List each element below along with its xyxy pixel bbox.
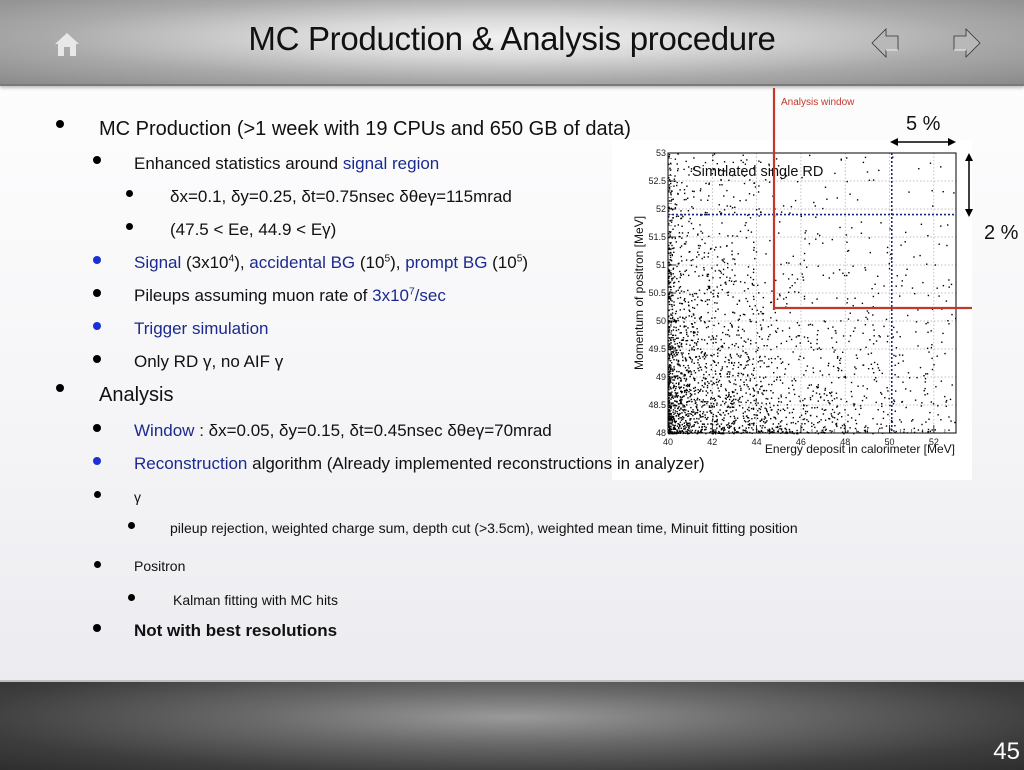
percent-x-label: 5 % (906, 113, 941, 135)
bullet-dot (128, 522, 135, 529)
bullet-gamma-details: pileup rejection, weighted charge sum, d… (170, 520, 798, 536)
page-number: 45 (993, 738, 1020, 765)
bullet-gamma: γ (134, 489, 141, 505)
bullet-dot (94, 491, 101, 498)
percent-y-label: 2 % (984, 222, 1019, 244)
slide-footer: 45 (0, 680, 1024, 770)
bullet-dot (93, 624, 101, 632)
bullet-positron: Positron (134, 558, 186, 574)
bullet-not-best: Not with best resolutions (134, 621, 338, 640)
bullet-dot (94, 561, 101, 568)
double-arrow-vertical-icon (965, 153, 973, 217)
analysis-window-label: Analysis window (781, 97, 855, 108)
bullet-dot (93, 457, 101, 465)
analysis-window-overlay (772, 88, 973, 310)
bullet-positron-details: Kalman fitting with MC hits (173, 592, 338, 608)
bullet-dot (128, 594, 135, 601)
double-arrow-horizontal-icon (890, 138, 956, 146)
reconstruction-label: Reconstruction (134, 454, 248, 473)
reconstruction-text: algorithm (Already implemented reconstru… (247, 454, 705, 473)
bullet-reconstruction: Reconstruction algorithm (Already implem… (134, 454, 705, 474)
